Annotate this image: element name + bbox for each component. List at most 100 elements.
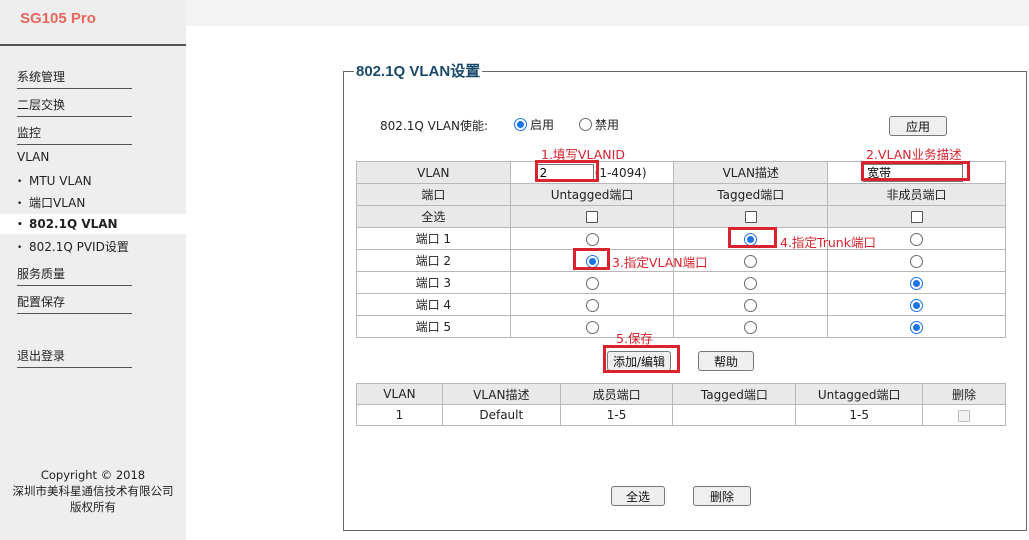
port3-nonmember-radio[interactable] [910, 276, 924, 290]
vlan-enable-label: 802.1Q VLAN使能: [380, 119, 489, 133]
select-all-button[interactable]: 全选 [611, 486, 665, 506]
table-header-row: 端口 Untagged端口 Tagged端口 非成员端口 [356, 183, 1006, 206]
sidebar-item-label: 802.1Q PVID设置 [29, 240, 129, 254]
annotation-vlan-desc: 2.VLAN业务描述 [866, 147, 962, 162]
port5-untagged-radio[interactable] [585, 320, 599, 334]
table-row: 端口 4 [356, 293, 1006, 316]
copyright-company: 深圳市美科星通信技术有限公司 [12, 484, 174, 498]
sidebar: SG105 Pro 系统管理 二层交换 监控 VLAN • MTU VLAN • 端… [0, 0, 186, 540]
sidebar-item-mtu-vlan[interactable]: • MTU VLAN [17, 172, 186, 190]
list-vlan-id: 1 [356, 404, 443, 426]
add-edit-button[interactable]: 添加/编辑 [607, 351, 671, 371]
select-all-label: 全选 [356, 205, 511, 228]
page-title: 802.1Q VLAN设置 [354, 60, 483, 81]
apply-button[interactable]: 应用 [889, 116, 947, 136]
list-vlan-desc: Default [441, 404, 561, 426]
port1-nonmember-radio[interactable] [910, 232, 924, 246]
port-label: 端口 1 [356, 227, 511, 250]
main-panel: 802.1Q VLAN设置 802.1Q VLAN使能: 启用 禁用 应用 VL… [186, 26, 1029, 540]
port5-tagged-radio[interactable] [744, 320, 758, 334]
copyright-rights: 版权所有 [70, 500, 116, 514]
enable-radio[interactable] [514, 118, 527, 131]
sidebar-item-label: 端口VLAN [29, 196, 86, 210]
table-header-row: VLAN VLAN描述 成员端口 Tagged端口 Untagged端口 删除 [356, 383, 1006, 405]
column-header: Tagged端口 [672, 383, 797, 405]
sidebar-item-system[interactable]: 系统管理 [17, 68, 132, 89]
port-label: 端口 2 [356, 249, 511, 272]
vlan-id-input[interactable] [535, 163, 594, 182]
disable-radio[interactable] [579, 118, 592, 131]
bullet-icon: • [17, 199, 23, 209]
bullet-icon: • [17, 243, 23, 253]
enable-option-label: 启用 [530, 118, 555, 132]
select-all-tagged-checkbox[interactable] [744, 211, 757, 223]
column-header: 删除 [922, 383, 1006, 405]
select-all-untagged-checkbox[interactable] [586, 211, 599, 223]
column-header: Untagged端口 [795, 383, 924, 405]
column-header: 非成员端口 [827, 183, 1006, 206]
sidebar-item-monitor[interactable]: 监控 [17, 124, 132, 145]
column-header: VLAN [356, 383, 443, 405]
port1-tagged-radio[interactable] [744, 232, 758, 246]
delete-button[interactable]: 删除 [693, 486, 751, 506]
bullet-icon: • [17, 177, 23, 187]
port2-untagged-radio[interactable] [585, 254, 599, 268]
list-tagged [672, 404, 797, 426]
column-header: 成员端口 [559, 383, 674, 405]
sidebar-item-label: 802.1Q VLAN [29, 217, 118, 231]
vlan-id-label: VLAN [356, 161, 511, 184]
select-all-row: 全选 [356, 205, 1006, 228]
port3-tagged-radio[interactable] [744, 276, 758, 290]
sidebar-item-vlan[interactable]: VLAN [17, 150, 132, 164]
sidebar-item-l2-switching[interactable]: 二层交换 [17, 96, 132, 117]
port-label: 端口 3 [356, 271, 511, 294]
annotation-fill-vlan-id: 1.填写VLANID [541, 147, 625, 162]
column-header: VLAN描述 [441, 383, 561, 405]
disable-option-label: 禁用 [595, 118, 620, 132]
table-row: 端口 1 [356, 227, 1006, 250]
vlan-desc-cell [827, 161, 1006, 184]
table-row: 端口 3 [356, 271, 1006, 294]
sidebar-item-8021q-pvid[interactable]: • 802.1Q PVID设置 [17, 238, 186, 256]
port1-untagged-radio[interactable] [585, 232, 599, 246]
annotation-save: 5.保存 [616, 331, 653, 346]
port3-untagged-radio[interactable] [585, 276, 599, 290]
list-members: 1-5 [559, 404, 674, 426]
port4-untagged-radio[interactable] [585, 298, 599, 312]
sidebar-item-label: MTU VLAN [29, 174, 92, 188]
annotation-vlan-port: 3.指定VLAN端口 [612, 255, 708, 270]
top-bar [186, 0, 1029, 26]
port2-nonmember-radio[interactable] [910, 254, 924, 268]
vlan-config-table: VLAN (1-4094) VLAN描述 端口 Untagged端口 Tagge… [356, 161, 1006, 338]
port2-tagged-radio[interactable] [744, 254, 758, 268]
sidebar-item-port-vlan[interactable]: • 端口VLAN [17, 194, 186, 212]
brand-divider [0, 44, 186, 46]
column-header: Tagged端口 [673, 183, 829, 206]
sidebar-item-qos[interactable]: 服务质量 [17, 265, 132, 286]
sidebar-item-logout[interactable]: 退出登录 [17, 347, 132, 368]
vlan-id-cell: (1-4094) [509, 161, 675, 184]
select-all-nonmember-checkbox[interactable] [910, 211, 923, 223]
column-header: Untagged端口 [509, 183, 675, 206]
sidebar-item-save-config[interactable]: 配置保存 [17, 293, 132, 314]
table-row: VLAN (1-4094) VLAN描述 [356, 161, 1006, 184]
sidebar-item-8021q-vlan[interactable]: • 802.1Q VLAN [0, 214, 186, 234]
port4-nonmember-radio[interactable] [910, 298, 924, 312]
vlan-desc-input[interactable] [863, 163, 964, 182]
port-label: 端口 4 [356, 293, 511, 316]
list-untagged: 1-5 [795, 404, 924, 426]
vlan-desc-label: VLAN描述 [673, 161, 829, 184]
table-row: 1 Default 1-5 1-5 [356, 404, 1006, 426]
brand-logo: SG105 Pro [20, 10, 96, 27]
disable-option[interactable]: 禁用 [579, 116, 619, 133]
vlan-id-hint: (1-4094) [594, 165, 647, 180]
enable-option[interactable]: 启用 [514, 116, 554, 133]
annotation-trunk-port: 4.指定Trunk端口 [780, 235, 876, 250]
port-label: 端口 5 [356, 315, 511, 338]
port5-nonmember-radio[interactable] [910, 320, 924, 334]
help-button[interactable]: 帮助 [698, 351, 754, 371]
table-row: 端口 5 [356, 315, 1006, 338]
port4-tagged-radio[interactable] [744, 298, 758, 312]
delete-checkbox [958, 409, 971, 422]
vlan-list-table: VLAN VLAN描述 成员端口 Tagged端口 Untagged端口 删除 … [356, 383, 1006, 426]
